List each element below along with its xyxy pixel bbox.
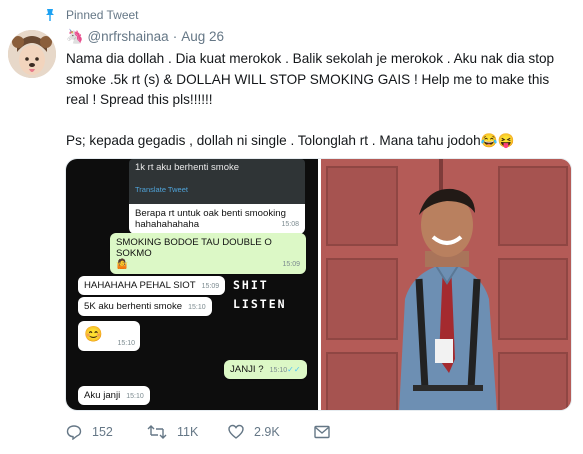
chat-message: SMOKING BODOE TAU DOUBLE O SOKMO 🤷 15:09	[110, 233, 306, 274]
quoted-message: 1k rt aku berhenti smoke Translate Tweet	[129, 159, 305, 207]
tweet-paragraph-2: Ps; kepada gegadis , dollah ni single . …	[66, 132, 515, 148]
portrait-photo[interactable]	[321, 159, 571, 410]
smile-emoji: 😊	[84, 326, 103, 343]
reply-button[interactable]: 152	[66, 424, 147, 440]
message-time: 15:08	[281, 221, 299, 228]
pin-icon	[46, 9, 54, 21]
retweet-button[interactable]: 11K	[147, 424, 228, 440]
like-count: 2.9K	[254, 425, 280, 439]
avatar[interactable]	[8, 30, 56, 78]
tweet-actions: 152 11K 2.9K	[66, 424, 330, 440]
message-time: 15:09	[201, 283, 220, 290]
pinned-tweet-indicator: Pinned Tweet	[44, 8, 139, 22]
media-grid: 1k rt aku berhenti smoke Translate Tweet…	[65, 158, 572, 411]
author-handle[interactable]: @nrfrshainaa	[87, 29, 168, 44]
quoted-text: 1k rt aku berhenti smoke	[135, 162, 240, 173]
message-time: 15:10	[188, 304, 206, 311]
reply-icon	[66, 425, 82, 440]
chat-message-footer: 🤷 15:09	[116, 259, 300, 270]
chat-screenshot-image[interactable]: 1k rt aku berhenti smoke Translate Tweet…	[66, 159, 318, 410]
chat-message-text: HAHAHAHA PEHAL SIOT	[84, 280, 196, 291]
chat-message-line: Berapa rt untuk oak benti smooking	[135, 208, 286, 219]
chat-message-text: JANJI ?	[230, 364, 264, 375]
message-time: 15:10	[126, 393, 144, 400]
chat-message: Aku janji 15:10	[78, 386, 150, 405]
meme-caption: SHIT LISTEN	[233, 276, 287, 314]
chat-message-line: hahahahahaha 15:08	[135, 219, 299, 230]
message-time: 15:09	[282, 261, 300, 268]
like-icon	[228, 424, 244, 439]
chat-message-text: Aku janji	[84, 390, 121, 401]
pinned-label: Pinned Tweet	[66, 8, 139, 22]
chat-message: HAHAHAHA PEHAL SIOT 15:09	[78, 276, 226, 295]
chat-message: JANJI ? 15:10✓✓	[224, 360, 307, 379]
chat-message: 😊 15:10	[78, 321, 140, 351]
message-time: 15:10	[269, 367, 288, 374]
chat-message-text: SMOKING BODOE TAU DOUBLE O SOKMO	[116, 237, 272, 259]
message-time: 15:10	[117, 340, 135, 347]
reply-count: 152	[92, 425, 113, 439]
chat-message-text: 5K aku berhenti smoke	[84, 301, 183, 312]
tweet-date[interactable]: Aug 26	[181, 29, 224, 44]
chat-message: 5K aku berhenti smoke 15:10	[78, 297, 212, 316]
meme-line: LISTEN	[233, 297, 287, 311]
meme-line: SHIT	[233, 278, 269, 292]
direct-message-button[interactable]	[314, 425, 330, 439]
portrait-illustration	[321, 159, 571, 410]
retweet-icon	[147, 425, 167, 439]
tweet-paragraph-1: Nama dia dollah . Dia kuat merokok . Bal…	[66, 51, 558, 107]
message-icon	[314, 425, 330, 439]
read-receipt-icon: ✓✓	[287, 365, 301, 374]
retweet-count: 11K	[177, 425, 199, 439]
like-button[interactable]: 2.9K	[228, 424, 314, 440]
dot-separator: ·	[172, 29, 178, 44]
tweet-text: Nama dia dollah . Dia kuat merokok . Bal…	[66, 49, 572, 151]
translate-tweet-label: Translate Tweet	[135, 185, 188, 194]
avatar-image	[8, 30, 56, 78]
chat-message: Berapa rt untuk oak benti smooking hahah…	[129, 204, 305, 234]
unicorn-emoji: 🦄	[66, 28, 84, 44]
tweet-header: 🦄 @nrfrshainaa · Aug 26	[66, 28, 224, 45]
